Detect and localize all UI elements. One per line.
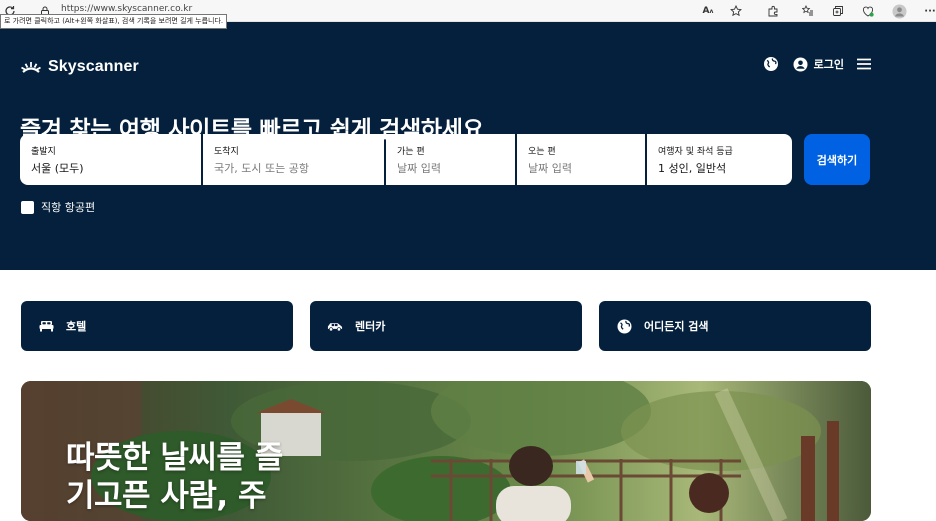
user-icon [793,57,808,71]
destination-field[interactable]: 도착지 국가, 도시 또는 공항 [203,134,384,185]
favorites-list-icon[interactable] [800,3,816,19]
destination-input[interactable]: 국가, 도시 또는 공항 [214,160,373,176]
address-bar[interactable]: https://www.skyscanner.co.kr [61,4,192,14]
travellers-label: 여행자 및 좌석 등급 [658,147,733,157]
depart-label: 가는 편 [397,147,425,157]
depart-date-field[interactable]: 가는 편 날짜 입력 [386,134,515,185]
login-button[interactable]: 로그인 [793,56,844,72]
origin-label: 출발지 [31,147,56,157]
origin-value[interactable]: 서울 (모두) [31,160,190,176]
explore-everywhere-label: 어디든지 검색 [644,320,709,333]
travellers-value[interactable]: 1 성인, 일반석 [658,160,781,176]
depart-date-input[interactable]: 날짜 입력 [397,160,504,176]
favorite-star-icon[interactable] [728,3,744,19]
shortcut-cards: 호텔 렌터카 어디든지 검색 [21,301,871,351]
region-globe-icon[interactable] [763,56,779,72]
login-label: 로그인 [813,58,844,71]
profile-avatar-icon[interactable] [891,3,907,19]
collections-icon[interactable] [830,3,846,19]
direct-flights-checkbox[interactable] [21,200,34,214]
direct-flights-option[interactable]: 직항 항공편 [21,199,95,215]
promo-banner[interactable]: 따뜻한 날씨를 즐 기고픈 사람, 주 [21,381,871,521]
origin-field[interactable]: 출발지 서울 (모두) [20,134,201,185]
skyscanner-logo[interactable]: Skyscanner [20,58,139,76]
car-rental-label: 렌터카 [355,320,386,333]
return-label: 오는 편 [528,147,556,157]
direct-flights-label: 직항 항공편 [41,201,96,214]
search-button[interactable]: 검색하기 [804,134,870,185]
brand-name: Skyscanner [48,58,139,75]
globe-icon [616,318,632,334]
hamburger-menu-icon[interactable] [856,57,872,71]
car-icon [327,318,343,334]
flight-search-form: 출발지 서울 (모두) 도착지 국가, 도시 또는 공항 가는 편 날짜 입력 … [20,134,794,185]
return-date-input[interactable]: 날짜 입력 [528,160,634,176]
explore-everywhere-card[interactable]: 어디든지 검색 [599,301,871,351]
hotels-label: 호텔 [66,320,87,333]
browser-essentials-icon[interactable] [860,3,876,19]
back-button-tooltip: 로 가려면 클릭하고 (Alt+왼쪽 화살표), 검색 기록을 보려면 길게 누… [0,14,228,29]
hotels-card[interactable]: 호텔 [21,301,293,351]
return-date-field[interactable]: 오는 편 날짜 입력 [517,134,645,185]
more-icon[interactable]: ··· [922,3,936,19]
extensions-icon[interactable] [765,3,781,19]
read-aloud-icon[interactable]: Aʌ [700,3,716,19]
travellers-field[interactable]: 여행자 및 좌석 등급 1 성인, 일반석 [647,134,792,185]
sunrise-icon [21,62,41,73]
bed-icon [38,318,54,334]
car-rental-card[interactable]: 렌터카 [310,301,582,351]
promo-title: 따뜻한 날씨를 즐 기고픈 사람, 주 [66,440,283,514]
destination-label: 도착지 [214,147,239,157]
